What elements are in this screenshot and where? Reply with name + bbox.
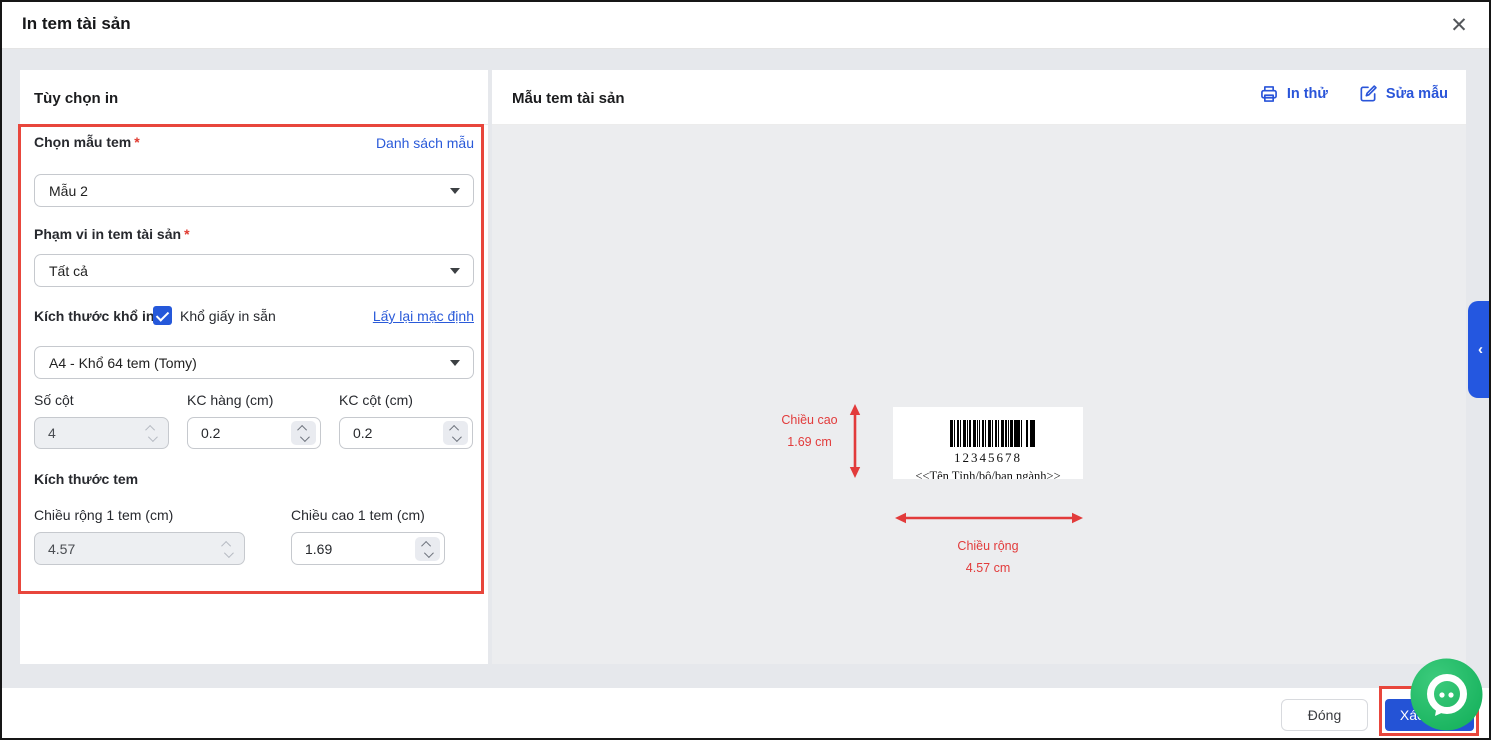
- template-label: Chọn mẫu tem *: [34, 134, 140, 150]
- reset-default-link[interactable]: Lấy lại mặc định: [373, 308, 474, 324]
- spinner-icon[interactable]: [443, 421, 468, 445]
- range-label: Phạm vi in tem tài sản *: [34, 226, 190, 242]
- paper-size-label: Kích thước khổ in: [34, 308, 155, 324]
- asset-label-sample: 12345678 <<Tên Tỉnh/bộ/ban ngành>> Đơn v…: [893, 407, 1083, 479]
- height-dimension-caption: Chiều cao 1.69 cm: [767, 409, 852, 453]
- columns-label: Số cột: [34, 392, 74, 408]
- label-width-label: Chiều rộng 1 tem (cm): [34, 507, 174, 523]
- dialog-footer: Đóng Xác nhận: [2, 688, 1489, 738]
- chevron-left-icon: ‹: [1478, 341, 1483, 358]
- options-panel-title: Tùy chọn in: [34, 90, 119, 107]
- close-button[interactable]: Đóng: [1281, 699, 1368, 731]
- chevron-down-icon: [450, 268, 460, 274]
- range-select-value: Tất cả: [49, 262, 88, 279]
- close-icon[interactable]: ✕: [1442, 8, 1476, 42]
- spinner-icon[interactable]: [415, 537, 440, 561]
- template-label-text: Chọn mẫu tem: [34, 134, 132, 150]
- dialog-header: In tem tài sản ✕: [2, 2, 1489, 49]
- barcode-number: 12345678: [954, 450, 1022, 465]
- range-label-text: Phạm vi in tem tài sản: [34, 226, 182, 242]
- height-caption-value: 1.69 cm: [787, 435, 832, 449]
- spinner-icon: [215, 537, 240, 561]
- template-select-value: Mẫu 2: [49, 182, 88, 199]
- col-gap-stepper[interactable]: [339, 417, 473, 449]
- chevron-down-icon: [450, 360, 460, 366]
- edit-template-button[interactable]: Sửa mẫu: [1358, 84, 1448, 104]
- label-height-label: Chiều cao 1 tem (cm): [291, 507, 425, 523]
- barcode-icon: [950, 420, 1035, 447]
- height-caption-text: Chiều cao: [781, 413, 838, 427]
- preview-actions: In thử Sửa mẫu: [1259, 84, 1448, 104]
- template-select[interactable]: Mẫu 2: [34, 174, 474, 207]
- label-size-section-title: Kích thước tem: [34, 471, 139, 487]
- dialog-title: In tem tài sản: [22, 14, 131, 33]
- template-list-link[interactable]: Danh sách mẫu: [376, 135, 474, 151]
- label-preview-canvas: Chiều cao 1.69 cm 12345678 <<Tên Tỉnh/bộ…: [492, 125, 1466, 664]
- height-arrow-icon: [849, 404, 861, 478]
- label-height-stepper[interactable]: [291, 532, 445, 565]
- range-select[interactable]: Tất cả: [34, 254, 474, 287]
- preprinted-checkbox[interactable]: [153, 306, 172, 325]
- paper-format-select[interactable]: A4 - Khổ 64 tem (Tomy): [34, 346, 474, 379]
- col-gap-label: KC cột (cm): [339, 392, 413, 408]
- print-test-button[interactable]: In thử: [1259, 84, 1328, 104]
- columns-stepper: [34, 417, 169, 449]
- print-options-panel: Tùy chọn in Chọn mẫu tem * Danh sách mẫu …: [20, 70, 488, 664]
- chat-bubble-icon: [1410, 658, 1483, 731]
- label-preview-panel: Mẫu tem tài sản In thử Sửa mẫu Chiều cao: [492, 70, 1466, 664]
- preview-panel-title: Mẫu tem tài sản: [512, 90, 625, 107]
- print-test-label: In thử: [1286, 86, 1328, 102]
- printer-icon: [1260, 86, 1277, 102]
- width-arrow-icon: [895, 512, 1083, 524]
- row-gap-stepper[interactable]: [187, 417, 321, 449]
- edit-template-label: Sửa mẫu: [1385, 86, 1448, 102]
- org-placeholder-text: <<Tên Tỉnh/bộ/ban ngành>>: [915, 469, 1061, 479]
- width-caption-text: Chiều rộng: [957, 539, 1019, 553]
- width-caption-value: 4.57 cm: [965, 561, 1011, 575]
- print-label-dialog: In tem tài sản ✕ Tùy chọn in Chọn mẫu te…: [0, 0, 1491, 740]
- label-width-input: [35, 533, 244, 564]
- chat-support-widget[interactable]: [1410, 658, 1483, 731]
- required-asterisk: *: [134, 134, 140, 150]
- spinner-icon: [139, 421, 164, 445]
- preprinted-checkbox-label[interactable]: Khổ giấy in sẵn: [180, 308, 276, 324]
- width-dimension-caption: Chiều rộng 4.57 cm: [908, 535, 1068, 579]
- label-width-stepper: [34, 532, 245, 565]
- divider: [20, 124, 488, 125]
- collapse-side-tab[interactable]: ‹: [1468, 301, 1489, 398]
- spinner-icon[interactable]: [291, 421, 316, 445]
- paper-format-value: A4 - Khổ 64 tem (Tomy): [49, 354, 197, 371]
- chevron-down-icon: [450, 188, 460, 194]
- required-asterisk: *: [184, 226, 190, 242]
- row-gap-label: KC hàng (cm): [187, 392, 274, 408]
- edit-pencil-icon: [1360, 85, 1377, 102]
